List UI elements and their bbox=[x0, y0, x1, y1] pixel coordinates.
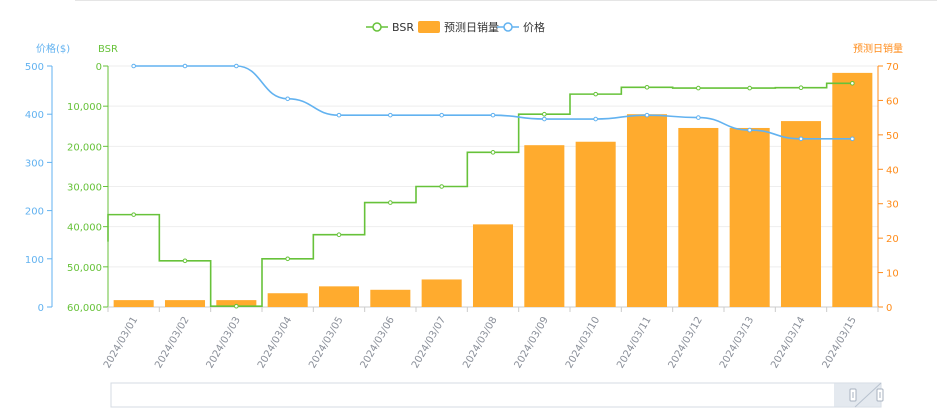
x-tick-label: 2024/03/12 bbox=[667, 315, 705, 370]
price-point[interactable] bbox=[336, 112, 342, 118]
sales-bar[interactable] bbox=[472, 224, 514, 307]
bsr-point[interactable] bbox=[798, 85, 804, 90]
sales-bar[interactable] bbox=[370, 289, 411, 307]
x-tick-label: 2024/03/07 bbox=[410, 315, 448, 370]
bsr-point[interactable] bbox=[388, 200, 393, 205]
sales-bar[interactable] bbox=[729, 127, 770, 307]
sales-bar[interactable] bbox=[780, 121, 822, 307]
bsr-tick-label: 30,000 bbox=[67, 183, 102, 194]
bsr-point[interactable] bbox=[439, 184, 444, 189]
price-tick-label: 200 bbox=[25, 207, 44, 218]
chart-legend: BSR 预测日销量 价格 bbox=[366, 20, 545, 34]
price-tick-label: 100 bbox=[25, 255, 44, 266]
legend-item-price[interactable]: 价格 bbox=[497, 20, 545, 34]
zoom-track[interactable] bbox=[110, 382, 882, 408]
sales-tick-label: 10 bbox=[886, 269, 899, 280]
bsr-point[interactable] bbox=[747, 85, 752, 91]
bsr-point[interactable] bbox=[490, 150, 496, 155]
x-tick-label: 2024/03/04 bbox=[256, 315, 294, 370]
bsr-axis-title: BSR bbox=[98, 44, 118, 55]
price-point[interactable] bbox=[593, 116, 598, 122]
x-tick-label: 2024/03/15 bbox=[821, 315, 859, 370]
sales-tick-label: 20 bbox=[886, 234, 899, 245]
price-point[interactable] bbox=[850, 136, 855, 142]
price-tick-label: 500 bbox=[25, 62, 44, 73]
sales-axis-title: 预测日销量 bbox=[853, 42, 903, 55]
price-axis-title: 价格($) bbox=[36, 42, 70, 55]
x-tick-label: 2024/03/13 bbox=[718, 315, 756, 370]
sales-chart: BSR 预测日销量 价格 价格($) BSR 预测日销量 50040030020… bbox=[25, 0, 937, 408]
bsr-point[interactable] bbox=[336, 232, 342, 237]
bsr-point[interactable] bbox=[644, 84, 650, 90]
sales-bar[interactable] bbox=[832, 72, 873, 307]
x-axis-labels: 2024/03/01 2024/03/02 2024/03/03 2024/03/04… bbox=[102, 315, 859, 370]
price-point[interactable] bbox=[490, 112, 496, 118]
sales-tick-label: 40 bbox=[886, 165, 899, 176]
x-tick-label: 2024/03/09 bbox=[513, 315, 551, 370]
data-zoom-slider[interactable] bbox=[110, 382, 884, 408]
sales-bar[interactable] bbox=[575, 141, 616, 307]
x-tick-label: 2024/03/02 bbox=[153, 315, 191, 370]
bsr-tick-label: 20,000 bbox=[67, 142, 102, 153]
sales-bar[interactable] bbox=[421, 279, 462, 307]
sales-bar[interactable] bbox=[113, 300, 154, 307]
x-tick-label: 2024/03/08 bbox=[461, 315, 499, 370]
price-point[interactable] bbox=[542, 116, 547, 122]
price-point[interactable] bbox=[182, 63, 188, 69]
price-point[interactable] bbox=[798, 136, 804, 142]
legend-label-sales: 预测日销量 bbox=[444, 20, 499, 34]
price-point[interactable] bbox=[388, 112, 393, 118]
bsr-point[interactable] bbox=[131, 212, 136, 217]
bsr-point[interactable] bbox=[285, 256, 290, 262]
sales-bar[interactable] bbox=[267, 293, 308, 307]
bsr-tick-label: 60,000 bbox=[67, 303, 102, 314]
price-line bbox=[133, 65, 853, 140]
sales-tick-label: 50 bbox=[886, 131, 899, 142]
price-point[interactable] bbox=[234, 63, 239, 69]
sales-bar[interactable] bbox=[164, 300, 206, 307]
bsr-point[interactable] bbox=[696, 85, 701, 91]
price-tick-label: 300 bbox=[25, 158, 44, 169]
legend-item-bsr[interactable]: BSR bbox=[366, 21, 414, 34]
sales-bar[interactable] bbox=[318, 286, 360, 307]
bsr-tick-label: 10,000 bbox=[67, 102, 102, 113]
x-tick-label: 2024/03/03 bbox=[205, 315, 243, 370]
price-point[interactable] bbox=[747, 127, 752, 133]
x-tick-label: 2024/03/06 bbox=[359, 315, 397, 370]
price-tick-label: 0 bbox=[38, 303, 44, 314]
bsr-tick-label: 40,000 bbox=[67, 223, 102, 234]
legend-label-price: 价格 bbox=[523, 20, 545, 34]
price-tick-label: 400 bbox=[25, 110, 44, 121]
sales-tick-label: 70 bbox=[886, 62, 899, 73]
zoom-handle-left[interactable] bbox=[849, 388, 857, 402]
price-point[interactable] bbox=[644, 112, 650, 118]
bsr-tick-label: 50,000 bbox=[67, 263, 102, 274]
bsr-point[interactable] bbox=[542, 111, 547, 117]
x-tick-label: 2024/03/14 bbox=[769, 315, 807, 370]
x-tick-label: 2024/03/10 bbox=[564, 315, 602, 370]
legend-label-bsr: BSR bbox=[392, 21, 414, 34]
bsr-point[interactable] bbox=[234, 303, 239, 309]
sales-tick-label: 0 bbox=[886, 303, 892, 314]
price-point[interactable] bbox=[285, 96, 290, 102]
x-tick-label: 2024/03/01 bbox=[102, 315, 140, 370]
sales-tick-label: 60 bbox=[886, 96, 899, 107]
x-tick-label: 2024/03/11 bbox=[615, 315, 653, 370]
bsr-point[interactable] bbox=[182, 258, 188, 264]
zoom-selected-window[interactable] bbox=[834, 383, 881, 407]
price-point[interactable] bbox=[696, 115, 701, 120]
sales-bar[interactable] bbox=[678, 127, 719, 307]
price-point[interactable] bbox=[439, 112, 444, 118]
bsr-point[interactable] bbox=[593, 91, 598, 97]
sales-bar[interactable] bbox=[524, 145, 565, 307]
x-tick-label: 2024/03/05 bbox=[307, 315, 345, 370]
zoom-handle-right[interactable] bbox=[876, 388, 884, 402]
bsr-point[interactable] bbox=[850, 80, 855, 86]
bsr-tick-label: 0 bbox=[96, 62, 102, 73]
sales-bars bbox=[113, 72, 873, 307]
sales-tick-label: 30 bbox=[886, 200, 899, 211]
sales-bar[interactable] bbox=[626, 114, 668, 307]
legend-item-sales[interactable]: 预测日销量 bbox=[418, 20, 499, 34]
price-point[interactable] bbox=[131, 63, 136, 69]
